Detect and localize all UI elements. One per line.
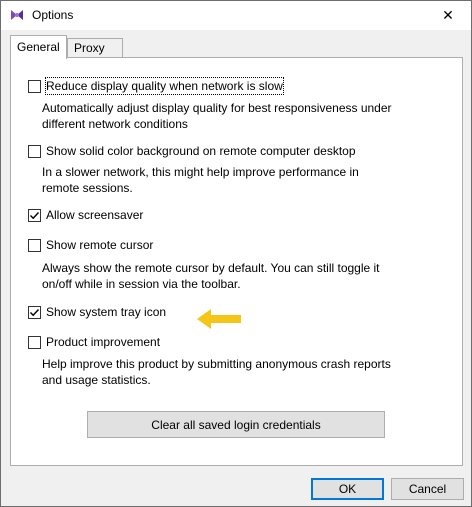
tab-general[interactable]: General [10, 35, 67, 59]
solid-background-description: In a slower network, this might help imp… [42, 164, 462, 196]
cancel-button[interactable]: Cancel [391, 478, 464, 500]
system-tray-icon-label[interactable]: Show system tray icon [46, 304, 166, 320]
option-remote-cursor[interactable]: Show remote cursor [28, 237, 153, 253]
highlight-arrow-icon [197, 309, 241, 329]
reduce-quality-label[interactable]: Reduce display quality when network is s… [45, 77, 284, 95]
solid-background-checkbox[interactable] [28, 144, 41, 158]
product-improvement-description-line-2: and usage statistics. [42, 373, 151, 387]
tab-proxy[interactable]: Proxy [67, 38, 123, 58]
options-dialog: Options ✕ General Proxy Reduce display q… [0, 0, 472, 507]
close-icon: ✕ [442, 7, 454, 23]
title-bar[interactable]: Options ✕ [1, 1, 471, 30]
solid-background-description-line-2: remote sessions. [42, 181, 133, 195]
reduce-quality-description-line-1: Automatically adjust display quality for… [42, 101, 392, 115]
reduce-quality-description: Automatically adjust display quality for… [42, 100, 462, 132]
product-improvement-label[interactable]: Product improvement [46, 334, 160, 350]
option-system-tray-icon[interactable]: Show system tray icon [28, 304, 166, 320]
ok-button[interactable]: OK [311, 478, 384, 500]
product-improvement-description: Help improve this product by submitting … [42, 356, 462, 388]
product-improvement-checkbox[interactable] [28, 335, 41, 349]
reduce-quality-checkbox[interactable] [28, 79, 41, 93]
solid-background-label[interactable]: Show solid color background on remote co… [46, 143, 356, 159]
app-logo-icon [11, 10, 23, 20]
general-panel: Reduce display quality when network is s… [10, 57, 463, 466]
option-solid-background[interactable]: Show solid color background on remote co… [28, 143, 356, 159]
solid-background-description-line-1: In a slower network, this might help imp… [42, 165, 359, 179]
remote-cursor-description: Always show the remote cursor by default… [42, 260, 462, 292]
option-allow-screensaver[interactable]: Allow screensaver [28, 207, 143, 223]
allow-screensaver-checkbox[interactable] [28, 208, 41, 222]
checkmark-icon [30, 211, 40, 219]
option-product-improvement[interactable]: Product improvement [28, 334, 160, 350]
clear-credentials-button[interactable]: Clear all saved login credentials [87, 411, 385, 438]
remote-cursor-description-line-1: Always show the remote cursor by default… [42, 261, 380, 275]
remote-cursor-description-line-2: on/off while in session via the toolbar. [42, 277, 241, 291]
product-improvement-description-line-1: Help improve this product by submitting … [42, 357, 391, 371]
allow-screensaver-label[interactable]: Allow screensaver [46, 207, 143, 223]
checkmark-icon [30, 308, 40, 316]
reduce-quality-description-line-2: different network conditions [42, 117, 188, 131]
option-reduce-quality[interactable]: Reduce display quality when network is s… [28, 77, 284, 95]
window-title: Options [32, 8, 74, 22]
remote-cursor-label[interactable]: Show remote cursor [46, 237, 153, 253]
system-tray-icon-checkbox[interactable] [28, 305, 41, 319]
remote-cursor-checkbox[interactable] [28, 238, 41, 252]
tab-strip: General Proxy [10, 35, 462, 59]
close-button[interactable]: ✕ [425, 1, 471, 30]
